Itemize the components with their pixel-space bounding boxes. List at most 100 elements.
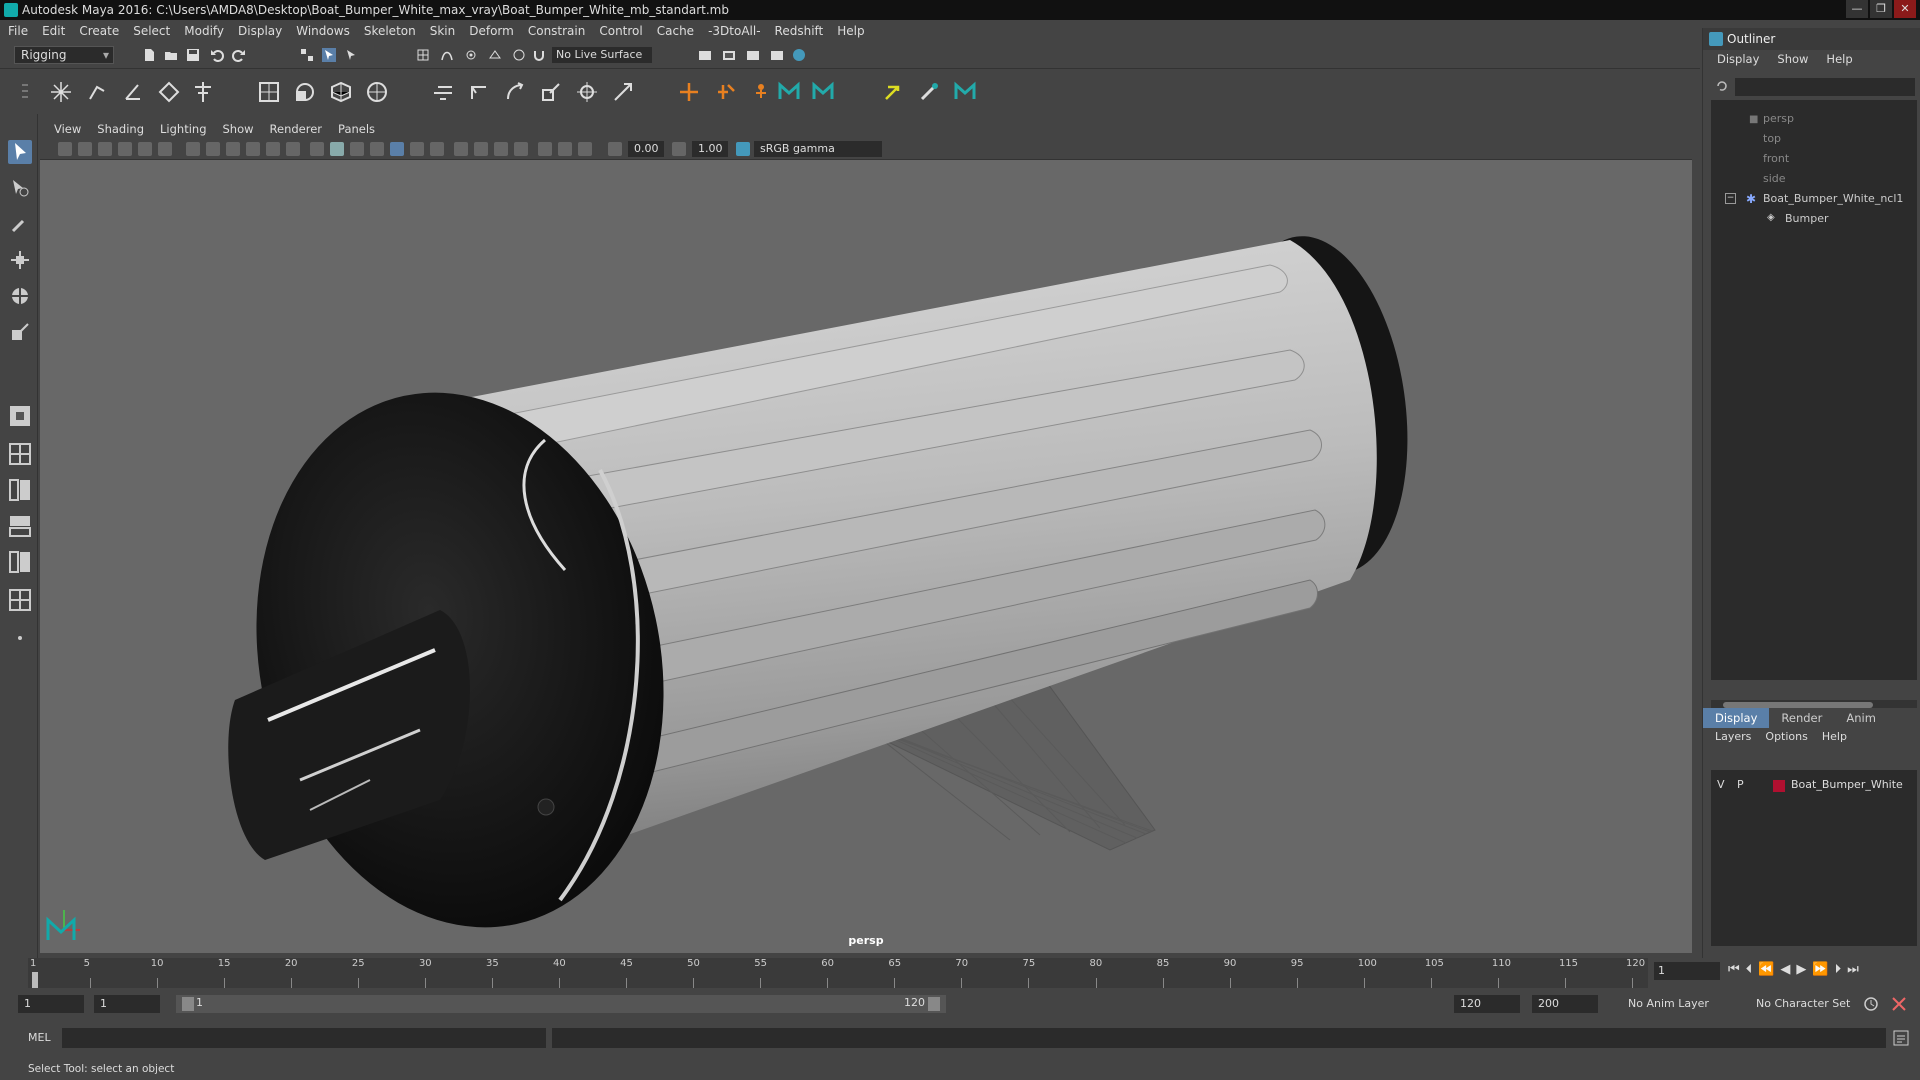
grid-icon[interactable] <box>186 142 200 156</box>
smooth-bind-icon[interactable] <box>256 79 282 105</box>
panel-menu-shading[interactable]: Shading <box>97 122 144 136</box>
motion-blur-icon[interactable] <box>538 142 552 156</box>
command-input[interactable] <box>62 1028 546 1048</box>
scale-constraint-icon[interactable] <box>538 79 564 105</box>
bumper-model[interactable] <box>208 225 1428 953</box>
field-chart-icon[interactable] <box>266 142 280 156</box>
collapse-icon[interactable]: − <box>1725 193 1736 204</box>
animation-preferences-icon[interactable] <box>1890 995 1908 1013</box>
wireframe-icon[interactable] <box>310 142 324 156</box>
rotate-tool-icon[interactable] <box>8 284 32 308</box>
image-plane-icon[interactable] <box>118 142 132 156</box>
playback-end-field[interactable]: 120 <box>1454 995 1520 1013</box>
menu-select[interactable]: Select <box>133 24 170 38</box>
hik-icon[interactable] <box>748 79 774 105</box>
range-end-handle[interactable] <box>928 997 940 1011</box>
shelf-options-icon[interactable] <box>20 79 30 105</box>
point-constraint-icon[interactable] <box>466 79 492 105</box>
outliner-menu-display[interactable]: Display <box>1717 52 1759 70</box>
menu-set-dropdown[interactable]: Rigging <box>14 46 114 64</box>
maya-logo-icon-3[interactable] <box>952 79 978 105</box>
layer-menu-options[interactable]: Options <box>1765 730 1807 748</box>
close-icon[interactable]: ✕ <box>1894 0 1916 18</box>
menu-redshift[interactable]: Redshift <box>775 24 824 38</box>
single-perspective-layout-icon[interactable] <box>8 404 32 428</box>
script-editor-icon[interactable] <box>1892 1029 1910 1047</box>
persp-trax-layout-icon[interactable] <box>8 588 32 612</box>
isolate-select-icon[interactable] <box>514 142 528 156</box>
brush-icon[interactable] <box>916 79 942 105</box>
perspective-viewport[interactable]: persp <box>40 160 1692 953</box>
current-time-indicator[interactable] <box>32 972 38 988</box>
current-frame-field[interactable]: 1 <box>1654 962 1720 980</box>
end-time-field[interactable]: 200 <box>1532 995 1598 1013</box>
lasso-tool-icon[interactable] <box>8 176 32 200</box>
layer-color-swatch[interactable] <box>1773 780 1785 792</box>
step-back-key-icon[interactable]: ⏪ <box>1758 962 1780 977</box>
pole-vector-icon[interactable] <box>610 79 636 105</box>
outliner-item-bumper[interactable]: Bumper <box>1785 212 1829 225</box>
panel-menu-renderer[interactable]: Renderer <box>270 122 323 136</box>
menu-deform[interactable]: Deform <box>469 24 514 38</box>
redo-icon[interactable] <box>232 48 246 62</box>
layer-row[interactable]: V P Boat_Bumper_White <box>1711 778 1917 796</box>
render-view-icon[interactable] <box>770 48 784 62</box>
menu-file[interactable]: File <box>8 24 28 38</box>
snap-curve-icon[interactable] <box>440 48 454 62</box>
paint-weights-icon[interactable] <box>292 79 318 105</box>
hypershade-icon[interactable] <box>792 48 806 62</box>
layer-menu-help[interactable]: Help <box>1822 730 1847 748</box>
gate-mask-icon[interactable] <box>246 142 260 156</box>
xray-joints-icon[interactable] <box>474 142 488 156</box>
panel-menu-view[interactable]: View <box>54 122 81 136</box>
range-slider[interactable]: 1 120 <box>176 995 946 1013</box>
menu-help[interactable]: Help <box>837 24 864 38</box>
panel-menu-show[interactable]: Show <box>223 122 254 136</box>
select-by-hierarchy-icon[interactable] <box>300 48 314 62</box>
restore-icon[interactable]: ❐ <box>1870 0 1892 18</box>
persp-outliner-layout-icon[interactable] <box>8 478 32 502</box>
snap-point-icon[interactable] <box>464 48 478 62</box>
menu-windows[interactable]: Windows <box>296 24 350 38</box>
menu-3dtoall[interactable]: -3DtoAll- <box>708 24 760 38</box>
textured-icon[interactable] <box>370 142 384 156</box>
menu-edit[interactable]: Edit <box>42 24 65 38</box>
mirror-joint-icon[interactable] <box>190 79 216 105</box>
select-camera-icon[interactable] <box>58 142 72 156</box>
play-forward-icon[interactable]: ▶ <box>1796 962 1812 977</box>
persp-graph-layout-icon[interactable] <box>8 514 32 538</box>
anti-aliasing-icon[interactable] <box>558 142 572 156</box>
scale-tool-icon[interactable] <box>8 320 32 344</box>
smooth-shade-icon[interactable] <box>330 142 344 156</box>
bookmark-icon[interactable] <box>98 142 112 156</box>
menu-constrain[interactable]: Constrain <box>528 24 586 38</box>
tab-display[interactable]: Display <box>1703 708 1770 728</box>
menu-cache[interactable]: Cache <box>657 24 694 38</box>
outliner-item-persp[interactable]: persp <box>1763 112 1794 125</box>
menu-skeleton[interactable]: Skeleton <box>364 24 416 38</box>
new-scene-icon[interactable] <box>142 48 156 62</box>
paint-skin-icon[interactable] <box>880 79 906 105</box>
outliner-menu-show[interactable]: Show <box>1777 52 1808 70</box>
move-tool-icon[interactable] <box>8 248 32 272</box>
cluster-icon[interactable] <box>364 79 390 105</box>
outliner-search-input[interactable] <box>1735 78 1915 96</box>
outliner-item-group[interactable]: Boat_Bumper_White_ncl1 <box>1763 192 1903 205</box>
maya-logo-icon[interactable] <box>776 79 802 105</box>
outliner-item-side[interactable]: side <box>1763 172 1786 185</box>
ik-fk-icon[interactable] <box>712 79 738 105</box>
make-live-icon[interactable] <box>512 48 526 62</box>
render-settings-icon[interactable] <box>698 48 712 62</box>
maya-logo-icon-2[interactable] <box>810 79 836 105</box>
menu-control[interactable]: Control <box>599 24 642 38</box>
exposure-icon[interactable] <box>608 142 622 156</box>
exposure-field[interactable]: 0.00 <box>628 141 664 157</box>
orient-constraint-icon[interactable] <box>502 79 528 105</box>
menu-skin[interactable]: Skin <box>430 24 456 38</box>
anim-layer-dropdown[interactable]: No Anim Layer <box>1622 995 1742 1013</box>
live-surface-field[interactable]: No Live Surface <box>552 47 652 63</box>
auto-key-icon[interactable] <box>1862 995 1880 1013</box>
color-management-icon[interactable] <box>736 142 750 156</box>
snap-magnet-icon[interactable] <box>532 48 546 62</box>
parent-constraint-icon[interactable] <box>430 79 456 105</box>
